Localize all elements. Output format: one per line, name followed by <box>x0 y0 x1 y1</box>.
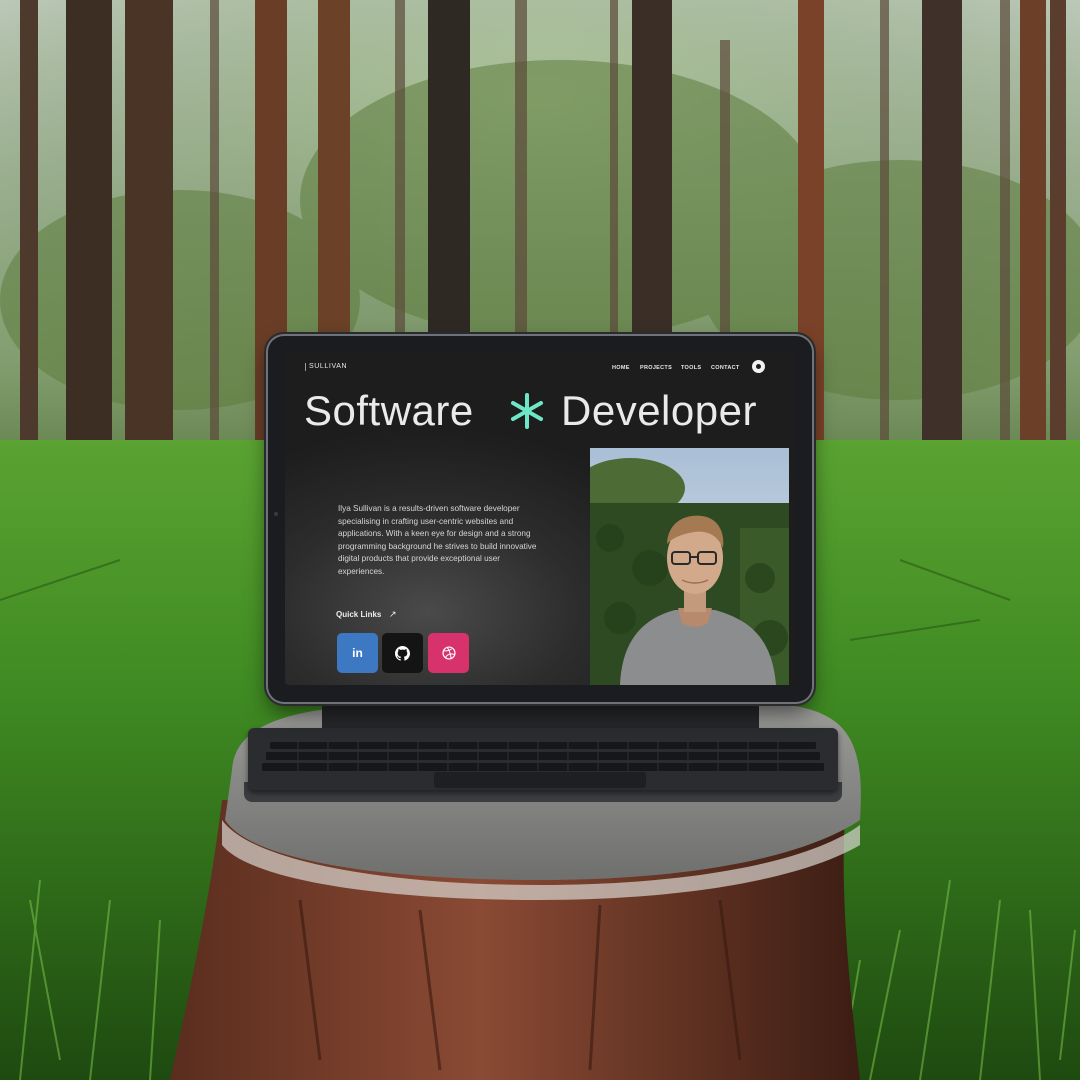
linkedin-button[interactable]: in <box>337 633 378 673</box>
nav-contact[interactable]: CONTACT <box>711 365 740 371</box>
quick-links-label[interactable]: Quick Links <box>336 610 381 619</box>
headline-software: Software <box>304 387 474 434</box>
trackpad <box>434 772 646 788</box>
website-screen: SULLIVAN HOME PROJECTS TOOLS CONTACT Sof… <box>285 351 795 685</box>
linkedin-icon: in <box>352 646 363 660</box>
github-icon <box>395 645 410 661</box>
headline-developer: Developer <box>561 387 757 434</box>
asterisk-icon <box>511 393 543 429</box>
site-logo[interactable]: SULLIVAN <box>305 363 347 371</box>
nav-home[interactable]: HOME <box>612 365 630 371</box>
theme-toggle-icon[interactable] <box>752 360 765 373</box>
nav-tools[interactable]: TOOLS <box>681 365 701 371</box>
github-button[interactable] <box>382 633 423 673</box>
tablet: SULLIVAN HOME PROJECTS TOOLS CONTACT Sof… <box>268 336 812 702</box>
portrait-photo <box>590 448 789 685</box>
bio-text: Ilya Sullivan is a results-driven softwa… <box>338 504 537 576</box>
arrow-up-right-icon[interactable]: ↗ <box>389 609 397 620</box>
front-camera <box>274 512 278 516</box>
dribbble-icon <box>441 646 456 660</box>
nav-projects[interactable]: PROJECTS <box>640 365 672 371</box>
keyboard-hinge <box>322 700 759 730</box>
dribbble-button[interactable] <box>428 633 469 673</box>
